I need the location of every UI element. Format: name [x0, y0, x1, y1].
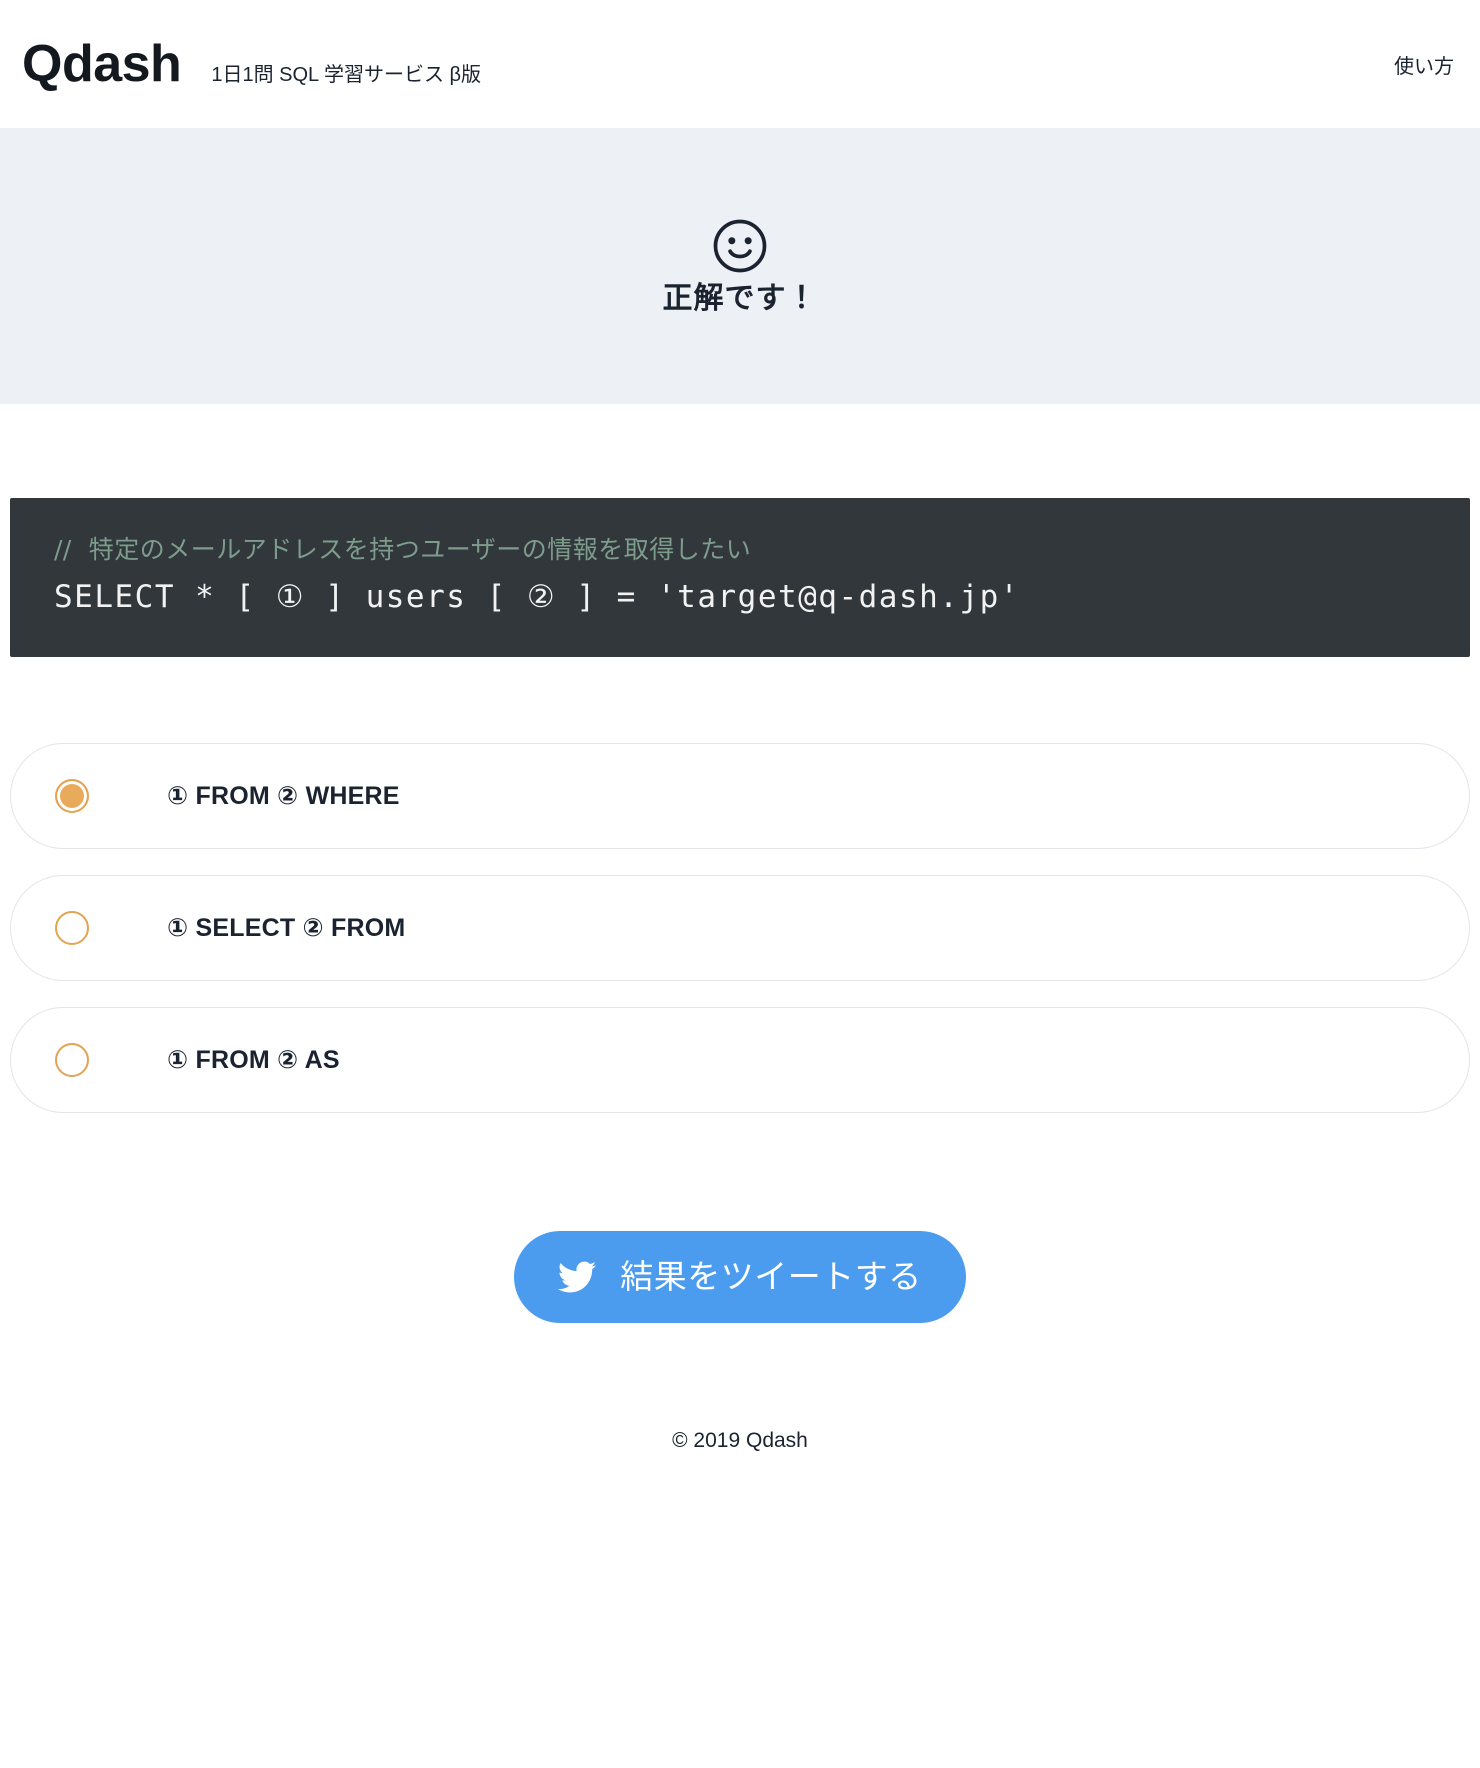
choice-option-2[interactable]: ① SELECT ② FROM [10, 874, 1470, 981]
brand-group: Qdash 1日1問 SQL 学習サービス β版 [22, 38, 1394, 90]
result-banner: 正解です！ [0, 128, 1480, 404]
radio-button-1[interactable] [55, 778, 89, 813]
choice-option-3[interactable]: ① FROM ② AS [10, 1006, 1470, 1113]
nav-link-how-to-use[interactable]: 使い方 [1394, 50, 1454, 79]
sql-code-block: // 特定のメールアドレスを持つユーザーの情報を取得したい SELECT * [… [10, 498, 1470, 657]
site-footer: © 2019 Qdash [0, 1323, 1480, 1509]
question-section: // 特定のメールアドレスを持つユーザーの情報を取得したい SELECT * [… [0, 404, 1480, 657]
brand-logo[interactable]: Qdash [22, 38, 182, 90]
answer-choices: ① FROM ② WHERE ① SELECT ② FROM ① FROM ② … [0, 657, 1480, 1113]
tweet-button-label: 結果をツイートする [620, 1257, 922, 1297]
sql-query-line: SELECT * [ ① ] users [ ② ] = 'target@q-d… [54, 579, 1020, 616]
smiley-face-icon [712, 218, 768, 274]
brand-tagline: 1日1問 SQL 学習サービス β版 [211, 64, 482, 86]
site-header: Qdash 1日1問 SQL 学習サービス β版 使い方 [0, 0, 1480, 128]
tweet-result-button[interactable]: 結果をツイートする [514, 1230, 966, 1323]
copyright-text: © 2019 Qdash [672, 1428, 808, 1452]
header-nav: 使い方 [1394, 50, 1454, 79]
tweet-area: 結果をツイートする [0, 1113, 1480, 1323]
radio-button-2[interactable] [55, 910, 89, 945]
sql-comment-line: // 特定のメールアドレスを持つユーザーの情報を取得したい [54, 535, 752, 564]
radio-button-3[interactable] [55, 1042, 89, 1077]
twitter-bird-icon [558, 1258, 597, 1296]
choice-option-1[interactable]: ① FROM ② WHERE [10, 742, 1470, 849]
choice-label-3: ① FROM ② AS [167, 1045, 340, 1074]
result-message: 正解です！ [662, 282, 818, 315]
choice-label-2: ① SELECT ② FROM [167, 913, 406, 942]
choice-label-1: ① FROM ② WHERE [167, 781, 400, 810]
